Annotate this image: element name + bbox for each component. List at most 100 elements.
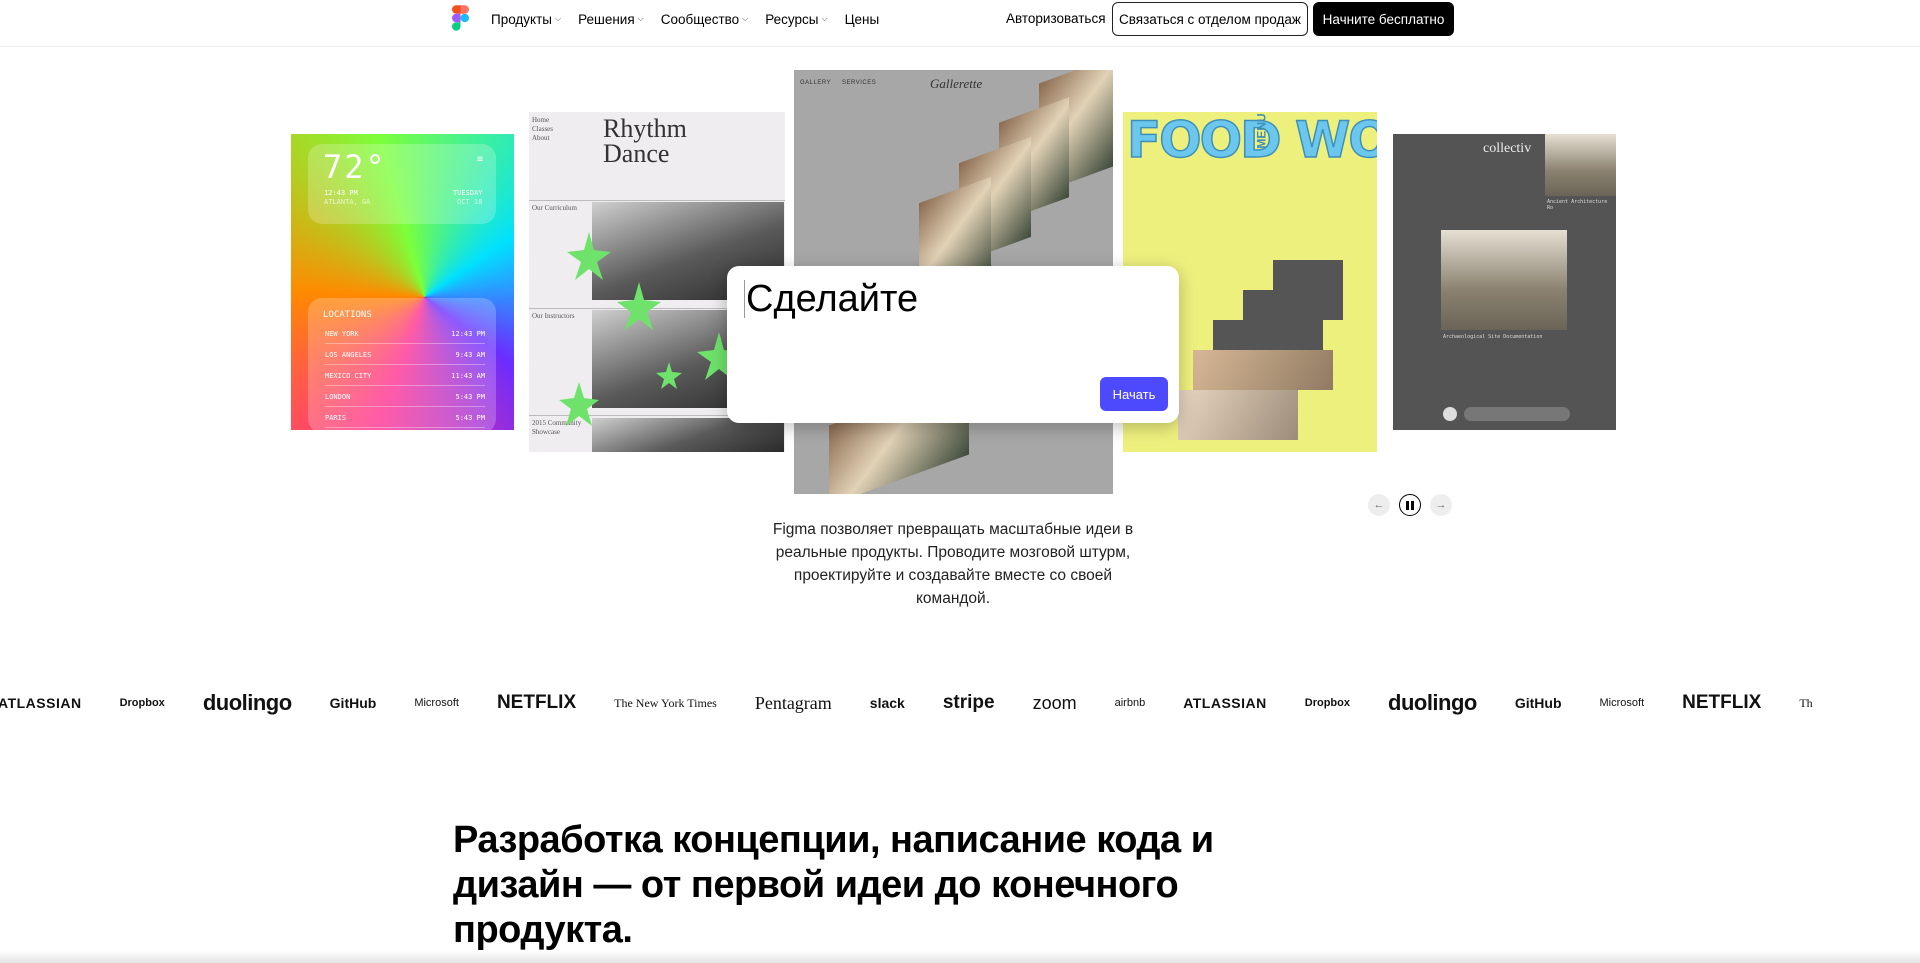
nav-label: Продукты <box>491 11 552 27</box>
logo-github: GitHub <box>329 695 377 711</box>
figma-logo-icon[interactable] <box>452 5 469 31</box>
location-row: PARIS 5:43 PM <box>325 414 485 428</box>
carousel-card-collectiv[interactable]: collectiv Ancient Architecture Ro Archae… <box>1393 134 1616 430</box>
location-city: MEXICO CITY <box>325 372 372 380</box>
food-image <box>1243 290 1343 320</box>
logo-microsoft: Microsoft <box>414 697 459 709</box>
prompt-text[interactable]: Сделайте <box>746 278 918 321</box>
customer-logos-strip: ATLASSIAN Dropbox duolingo GitHub Micros… <box>0 688 1851 718</box>
dance-menu: Home Classes About <box>532 116 553 143</box>
weather-date: OCT 18 <box>457 198 483 206</box>
carousel-card-weather[interactable]: 72° ≡ 12:43 PM ATLANTA, GA TUESDAY OCT 1… <box>291 134 514 430</box>
food-image <box>1178 390 1298 440</box>
chevron-down-icon <box>1443 407 1457 421</box>
nav-label: Цены <box>844 11 880 27</box>
logo-dropbox: Dropbox <box>1304 697 1350 709</box>
food-image <box>1273 260 1343 290</box>
gallery-nav: SERVICES <box>842 80 877 86</box>
collectiv-search-input <box>1464 407 1570 421</box>
location-city: NEW YORK <box>325 330 359 338</box>
locations-title: LOCATIONS <box>323 310 372 320</box>
location-row: LOS ANGELES 9:43 AM <box>325 351 485 365</box>
food-image <box>1213 320 1323 350</box>
chevron-down-icon: ⌵ <box>555 14 562 23</box>
location-row: LONDON 5:43 PM <box>325 393 485 407</box>
nav-pricing[interactable]: Цены <box>845 12 880 27</box>
nav-solutions[interactable]: Решения ⌵ <box>578 12 644 27</box>
collectiv-photo <box>1545 134 1616 196</box>
location-city: PARIS <box>325 414 347 422</box>
dance-menu-item: Classes <box>532 125 553 133</box>
menu-icon: ≡ <box>477 154 484 165</box>
collectiv-title: collectiv <box>1483 141 1532 156</box>
dance-menu-item: Home <box>532 116 550 124</box>
carousel-pause-button[interactable] <box>1399 494 1421 516</box>
location-time: 12:43 PM <box>451 330 485 338</box>
dance-title: Rhythm Dance <box>603 114 687 168</box>
arrow-right-icon: → <box>1435 499 1447 511</box>
login-link[interactable]: Авторизоваться <box>1006 11 1106 26</box>
location-time: 9:43 AM <box>455 351 485 359</box>
arrow-left-icon: ← <box>1373 499 1385 511</box>
weather-day: TUESDAY <box>453 189 483 197</box>
logo-atlassian: ATLASSIAN <box>1183 695 1267 711</box>
chevron-down-icon: ⌵ <box>637 14 644 23</box>
weather-city: ATLANTA, GA <box>324 198 371 206</box>
pause-icon <box>1406 500 1414 510</box>
main-nav: Продукты ⌵ Решения ⌵ Сообщество ⌵ Ресурсы ⌵ … <box>491 0 879 38</box>
logo-pentagram: Pentagram <box>754 692 832 713</box>
text-caret <box>744 280 745 318</box>
logo-zoom: zoom <box>1032 692 1077 713</box>
logo-microsoft: Microsoft <box>1599 697 1645 709</box>
start-button[interactable]: Начать <box>1100 377 1168 411</box>
prompt-box[interactable]: Сделайте Начать <box>727 266 1179 423</box>
food-image <box>1193 350 1333 390</box>
logo-netflix: NETFLIX <box>1682 692 1762 713</box>
logo-duolingo: duolingo <box>1388 690 1477 715</box>
contact-sales-button[interactable]: Связаться с отделом продаж <box>1112 2 1308 36</box>
logo-slack: slack <box>869 695 905 711</box>
start-free-button[interactable]: Начните бесплатно <box>1313 2 1454 36</box>
dance-menu-item: About <box>532 134 550 142</box>
dance-title-line: Rhythm <box>603 114 687 143</box>
section-headline: Разработка концепции, написание кода и д… <box>453 819 1214 951</box>
food-works-title: FOOD WORKS <box>1126 112 1377 169</box>
weather-temp: 72° <box>323 148 387 186</box>
location-time: 11:43 AM <box>451 372 485 380</box>
logo-github: GitHub <box>1514 695 1562 711</box>
dance-title-line: Dance <box>603 139 670 168</box>
collectiv-photo <box>1441 230 1567 330</box>
nav-products[interactable]: Продукты ⌵ <box>491 12 561 27</box>
logo-nyt: The New York Times <box>614 695 717 710</box>
carousel-next-button[interactable]: → <box>1430 494 1452 516</box>
logo-atlassian: ATLASSIAN <box>0 695 82 711</box>
hero-description: Figma позволяет превращать масштабные ид… <box>772 521 1134 607</box>
nav-community[interactable]: Сообщество ⌵ <box>661 12 749 27</box>
logo-nyt: Th <box>1799 695 1813 710</box>
gallery-nav: GALLERY <box>800 80 832 86</box>
logo-stripe: stripe <box>942 692 995 713</box>
gallery-title: Gallerette <box>930 76 983 91</box>
location-row: MEXICO CITY 11:43 AM <box>325 372 485 386</box>
logo-airbnb: airbnb <box>1114 697 1146 709</box>
nav-label: Решения <box>578 11 635 27</box>
logo-duolingo: duolingo <box>202 690 292 715</box>
logo-dropbox: Dropbox <box>119 697 165 709</box>
location-time: 5:43 PM <box>455 393 485 401</box>
location-city: LOS ANGELES <box>325 351 372 359</box>
site-header: Продукты ⌵ Решения ⌵ Сообщество ⌵ Ресурсы ⌵ … <box>0 0 1920 47</box>
divider <box>529 200 785 201</box>
location-time: 5:43 PM <box>455 414 485 422</box>
dance-section-curriculum: Our Curriculum <box>532 204 577 212</box>
location-city: LONDON <box>325 393 351 401</box>
star-sparkles-icon <box>559 232 741 426</box>
chevron-down-icon: ⌵ <box>821 14 828 23</box>
chevron-down-icon: ⌵ <box>742 14 749 23</box>
collectiv-caption: Archaeological Site Documentation <box>1443 334 1543 340</box>
scroll-shade <box>0 950 1920 963</box>
location-row: NEW YORK 12:43 PM <box>325 330 485 344</box>
collectiv-caption: Ancient Architecture Ro <box>1547 199 1608 211</box>
weather-time: 12:43 PM <box>324 189 358 197</box>
nav-resources[interactable]: Ресурсы ⌵ <box>765 12 827 27</box>
carousel-prev-button[interactable]: ← <box>1368 494 1390 516</box>
